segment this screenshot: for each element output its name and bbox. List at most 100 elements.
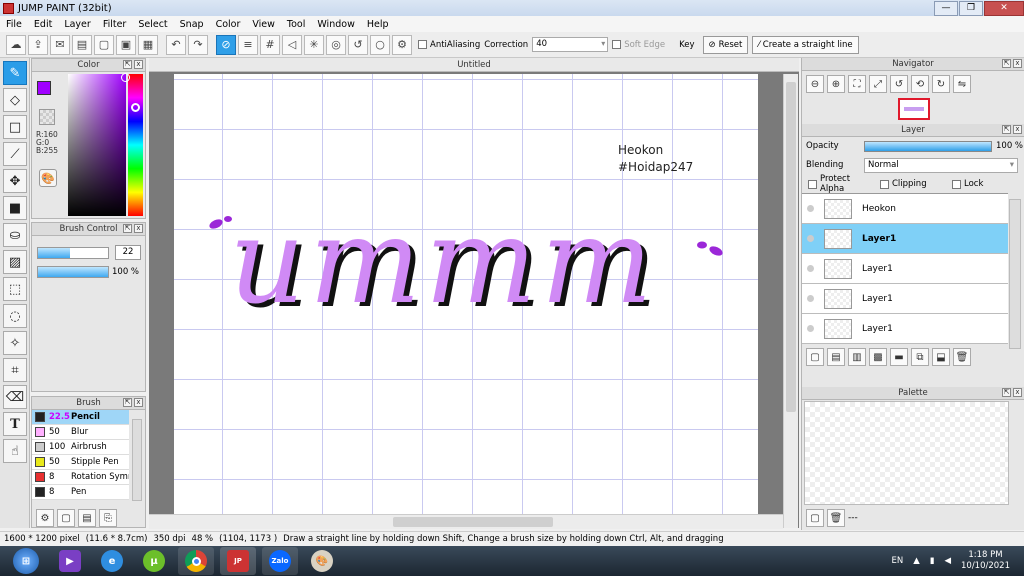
visibility-icon[interactable] <box>802 235 818 242</box>
snap-radial-icon[interactable]: ✳ <box>304 34 324 55</box>
menu-window[interactable]: Window <box>311 19 360 30</box>
menu-edit[interactable]: Edit <box>28 19 58 30</box>
brush-settings-icon[interactable]: ⚙ <box>36 509 54 527</box>
layer-row[interactable]: Layer1 <box>802 254 1008 284</box>
delete-layer-icon[interactable]: 🗑 <box>953 348 971 366</box>
grid-layout-icon[interactable]: ▦ <box>138 34 158 55</box>
fit-window-icon[interactable]: ⛶ <box>848 75 866 93</box>
layer-row[interactable]: Heokon <box>802 194 1008 224</box>
fill-rect-tool-icon[interactable]: ■ <box>3 196 27 220</box>
select-eraser-tool-icon[interactable]: ⌫ <box>3 385 27 409</box>
magic-wand-tool-icon[interactable]: ✧ <box>3 331 27 355</box>
taskbar-app-utorrent[interactable]: µ <box>136 547 172 575</box>
soft-edge-checkbox[interactable] <box>612 40 622 49</box>
export-icon[interactable]: ⇪ <box>28 34 48 55</box>
message-icon[interactable]: ▤ <box>72 34 92 55</box>
brush-opacity-slider[interactable] <box>37 266 109 278</box>
snap-circle-icon[interactable]: ◎ <box>326 34 346 55</box>
visibility-icon[interactable] <box>802 325 818 332</box>
menu-view[interactable]: View <box>246 19 281 30</box>
layer-row[interactable]: Layer1 <box>802 284 1008 314</box>
actual-size-icon[interactable]: ⤢ <box>869 75 887 93</box>
palette-icon[interactable]: 🎨 <box>39 169 57 187</box>
visibility-icon[interactable] <box>802 205 818 212</box>
snap-parallel-icon[interactable]: ≡ <box>238 34 258 55</box>
panel-close-icon[interactable]: x <box>134 398 143 407</box>
panel-close-icon[interactable]: x <box>1013 59 1022 68</box>
new-brush-icon[interactable]: ▢ <box>57 509 75 527</box>
layer-folder-icon[interactable]: ▬ <box>890 348 908 366</box>
rotate-left-icon[interactable]: ↺ <box>890 75 908 93</box>
clipping-checkbox[interactable] <box>880 179 889 189</box>
hue-slider[interactable] <box>128 74 143 216</box>
protect-alpha-checkbox[interactable] <box>808 179 817 189</box>
eraser-tool-icon[interactable]: ◇ <box>3 88 27 112</box>
brush-size-slider[interactable] <box>37 247 109 259</box>
menu-filter[interactable]: Filter <box>97 19 133 30</box>
zoom-out-icon[interactable]: ⊖ <box>806 75 824 93</box>
brush-tool-icon[interactable]: ✎ <box>3 61 27 85</box>
text-tool-icon[interactable]: T <box>3 412 27 436</box>
maximize-button[interactable]: ❐ <box>959 0 983 16</box>
snap-curve-icon[interactable]: ↺ <box>348 34 368 55</box>
hand-tool-icon[interactable]: ☝ <box>3 439 27 463</box>
antialiasing-checkbox[interactable] <box>418 40 427 49</box>
transparent-swatch-icon[interactable] <box>39 109 55 125</box>
color-picker-handle[interactable] <box>121 73 130 82</box>
tray-chevron-icon[interactable]: ▲ <box>913 556 920 566</box>
undo-icon[interactable]: ↶ <box>166 34 186 55</box>
clock[interactable]: 1:18 PM 10/10/2021 <box>961 550 1010 572</box>
horizontal-scroll-thumb[interactable] <box>393 517 553 527</box>
menu-help[interactable]: Help <box>361 19 395 30</box>
snap-settings-icon[interactable]: ⚙ <box>392 34 412 55</box>
lasso-tool-icon[interactable]: ◌ <box>3 304 27 328</box>
taskbar-app-ie[interactable]: e <box>94 547 130 575</box>
layer-row[interactable]: Layer1 <box>802 314 1008 344</box>
brush-item-stipple-pen[interactable]: 50 Stipple Pen <box>32 455 129 470</box>
reset-button[interactable]: ⊘ Reset <box>702 35 749 54</box>
straight-line-button[interactable]: ⁄ Create a straight line <box>752 35 859 54</box>
taskbar-app-zalo[interactable]: Zalo <box>262 547 298 575</box>
snap-grid-icon[interactable]: # <box>260 34 280 55</box>
menu-snap[interactable]: Snap <box>174 19 210 30</box>
navigator-preview[interactable] <box>898 98 930 120</box>
menu-layer[interactable]: Layer <box>58 19 97 30</box>
palette-grid[interactable] <box>804 401 1009 505</box>
lock-checkbox[interactable] <box>952 179 961 189</box>
brush-item-blur[interactable]: 50 Blur <box>32 425 129 440</box>
select-pen-tool-icon[interactable]: ⌗ <box>3 358 27 382</box>
brush-menu-icon[interactable]: ▤ <box>78 509 96 527</box>
brush-item-pencil[interactable]: 22.5 Pencil <box>32 410 129 425</box>
new-layer-icon[interactable]: ▢ <box>806 348 824 366</box>
layer-list-scrollbar[interactable] <box>1009 199 1021 349</box>
brush-item-rotation-symm[interactable]: 8 Rotation Symm <box>32 470 129 485</box>
rotate-reset-icon[interactable]: ⟲ <box>911 75 929 93</box>
panel-close-icon[interactable]: x <box>134 224 143 233</box>
brush-list-scrollbar[interactable] <box>132 419 142 501</box>
document-tab[interactable]: Untitled <box>149 58 799 72</box>
new-palette-icon[interactable]: ▢ <box>806 509 824 527</box>
redo-icon[interactable]: ↷ <box>188 34 208 55</box>
panel-float-icon[interactable]: ⇱ <box>123 398 132 407</box>
menu-color[interactable]: Color <box>210 19 247 30</box>
panel-float-icon[interactable]: ⇱ <box>123 224 132 233</box>
rotate-right-icon[interactable]: ↻ <box>932 75 950 93</box>
language-indicator[interactable]: EN <box>891 556 903 566</box>
canvas[interactable]: Heokon #Hoidap247 ummm <box>174 74 758 514</box>
select-rect-tool-icon[interactable]: ⬚ <box>3 277 27 301</box>
start-button[interactable]: ⊞ <box>6 547 46 575</box>
layer-tone-icon[interactable]: ▩ <box>869 348 887 366</box>
horizontal-scrollbar[interactable] <box>149 514 783 529</box>
brush-size-input[interactable]: 22 <box>115 245 141 260</box>
panel-float-icon[interactable]: ⇱ <box>1002 59 1011 68</box>
close-button[interactable]: ✕ <box>984 0 1024 16</box>
flip-icon[interactable]: ⇋ <box>953 75 971 93</box>
foreground-color-swatch[interactable] <box>37 81 51 95</box>
minimize-button[interactable]: — <box>934 0 958 16</box>
line-tool-icon[interactable]: ⟋ <box>3 142 27 166</box>
taskbar-app-jump-paint[interactable]: JP <box>220 547 256 575</box>
menu-file[interactable]: File <box>0 19 28 30</box>
document-icon[interactable]: ▢ <box>94 34 114 55</box>
snap-off-icon[interactable]: ⊘ <box>216 34 236 55</box>
taskbar-app-visual-studio[interactable]: ▶ <box>52 547 88 575</box>
